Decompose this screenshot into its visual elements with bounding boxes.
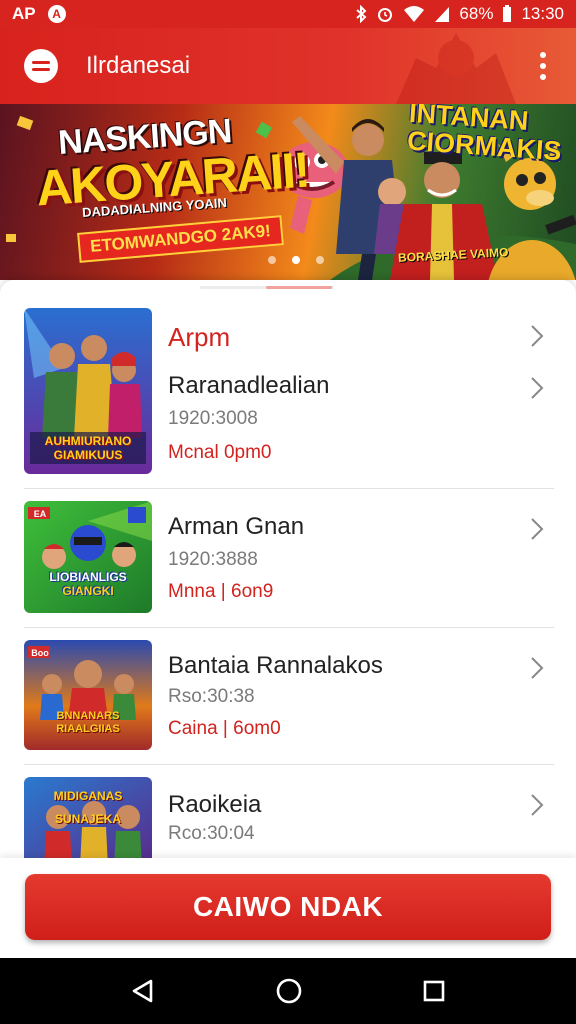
chevron-right-icon[interactable] [530,324,544,348]
thumbnail-badge: Boo [31,648,49,658]
app-bar-decoration [396,33,516,104]
thumbnail-caption-line1: LIOBIANLIGS [49,570,127,584]
thumbnail-caption-line2: GIANGKI [62,583,114,598]
carousel-dot[interactable] [268,256,276,264]
status-time: 13:30 [521,4,564,23]
bluetooth-icon [356,5,367,23]
carousel-dot-active[interactable] [292,256,300,264]
item-thumbnail: AUHMIURIANO GIAMIKUUS [24,308,152,474]
thumbnail-caption-line2: GIAMIKUUS [53,448,123,463]
list-item[interactable]: AUHMIURIANO GIAMIKUUS Arpm Raranadlealia… [0,280,576,488]
status-carrier-text: AP [12,4,36,23]
battery-percent: 68% [459,4,494,23]
item-thumbnail: MIDIGANAS SUNAJEKA [24,777,152,860]
thumbnail-caption-line1: AUHMIURIANO [44,434,132,448]
item-category: Arpm [168,322,231,352]
item-title: Raranadlealian [168,372,330,399]
item-title: Bantaia Rannalakos [168,652,383,679]
home-circle-icon[interactable] [275,977,303,1005]
wifi-icon [404,6,425,22]
item-status: Mnna | 6on9 [168,581,274,602]
list-item[interactable]: Boo BNNANARS RIAALGIIAS Bantaia Rannalak… [0,628,576,764]
list-item[interactable]: MIDIGANAS SUNAJEKA Raoikeia Rco:30:04 [0,765,576,860]
content-sheet: AUHMIURIANO GIAMIKUUS Arpm Raranadlealia… [0,280,576,860]
carousel-dot[interactable] [316,256,324,264]
thumbnail-caption: LIOBIANLIGS GIANGKI [28,570,148,599]
thumbnail-caption: AUHMIURIANO GIAMIKUUS [30,434,146,463]
item-meta: 1920:3008 [168,408,258,429]
notification-icon: A [47,5,66,23]
thumbnail-caption: BNNANARS RIAALGIIAS [28,710,148,735]
chevron-right-icon[interactable] [530,517,544,541]
more-vert-icon[interactable] [540,52,548,80]
thumbnail-caption-line1: MIDIGANAS [53,789,123,803]
banner-right-title: INTANAN CIORMAKIS [406,104,564,167]
back-triangle-icon[interactable] [130,978,156,1004]
item-meta: Rco:30:04 [168,823,255,844]
alarm-icon [378,8,393,22]
chevron-right-icon[interactable] [530,656,544,680]
recents-square-icon[interactable] [422,979,446,1003]
thumbnail-badge: EA [33,509,47,519]
battery-icon [503,5,512,22]
thumbnail-caption: MIDIGANAS SUNAJEKA [28,785,148,831]
thumbnail-caption-line1: BNNANARS [56,710,120,722]
chevron-right-icon[interactable] [530,376,544,400]
item-thumbnail: Boo BNNANARS RIAALGIIAS [24,640,152,750]
item-title: Raoikeia [168,791,262,818]
item-status: Caina | 6om0 [168,718,281,739]
bottom-action-area: CAIWO NDAK [0,858,576,958]
item-title: Arman Gnan [168,513,305,540]
system-nav-bar [0,958,576,1024]
carousel-dots [268,256,324,264]
item-thumbnail: EA LIOBIANLIGS GIANGKI [24,501,152,613]
thumbnail-caption-line2: RIAALGIIAS [56,722,120,735]
menu-icon[interactable] [24,49,58,83]
signal-icon [435,7,450,22]
chevron-right-icon[interactable] [530,793,544,817]
app-bar: Ilrdanesai [0,28,576,104]
status-right: 68% 13:30 [355,4,564,24]
status-left: AP A [12,4,66,24]
thumbnail-caption-line2: SUNAJEKA [54,811,121,826]
app-title: Ilrdanesai [86,52,191,79]
primary-action-button[interactable]: CAIWO NDAK [25,874,551,940]
promo-banner[interactable]: NASKINGN AKOYARAII! DADADIALNING YOAIN E… [0,104,576,280]
item-meta: 1920:3888 [168,549,258,570]
status-bar: AP A 68% 13:30 [0,0,576,28]
item-meta: Rso:30:38 [168,686,255,707]
list-item[interactable]: EA LIOBIANLIGS GIANGKI Arman Gnan 1920:3… [0,489,576,627]
item-status: Mcnal 0pm0 [168,442,272,463]
